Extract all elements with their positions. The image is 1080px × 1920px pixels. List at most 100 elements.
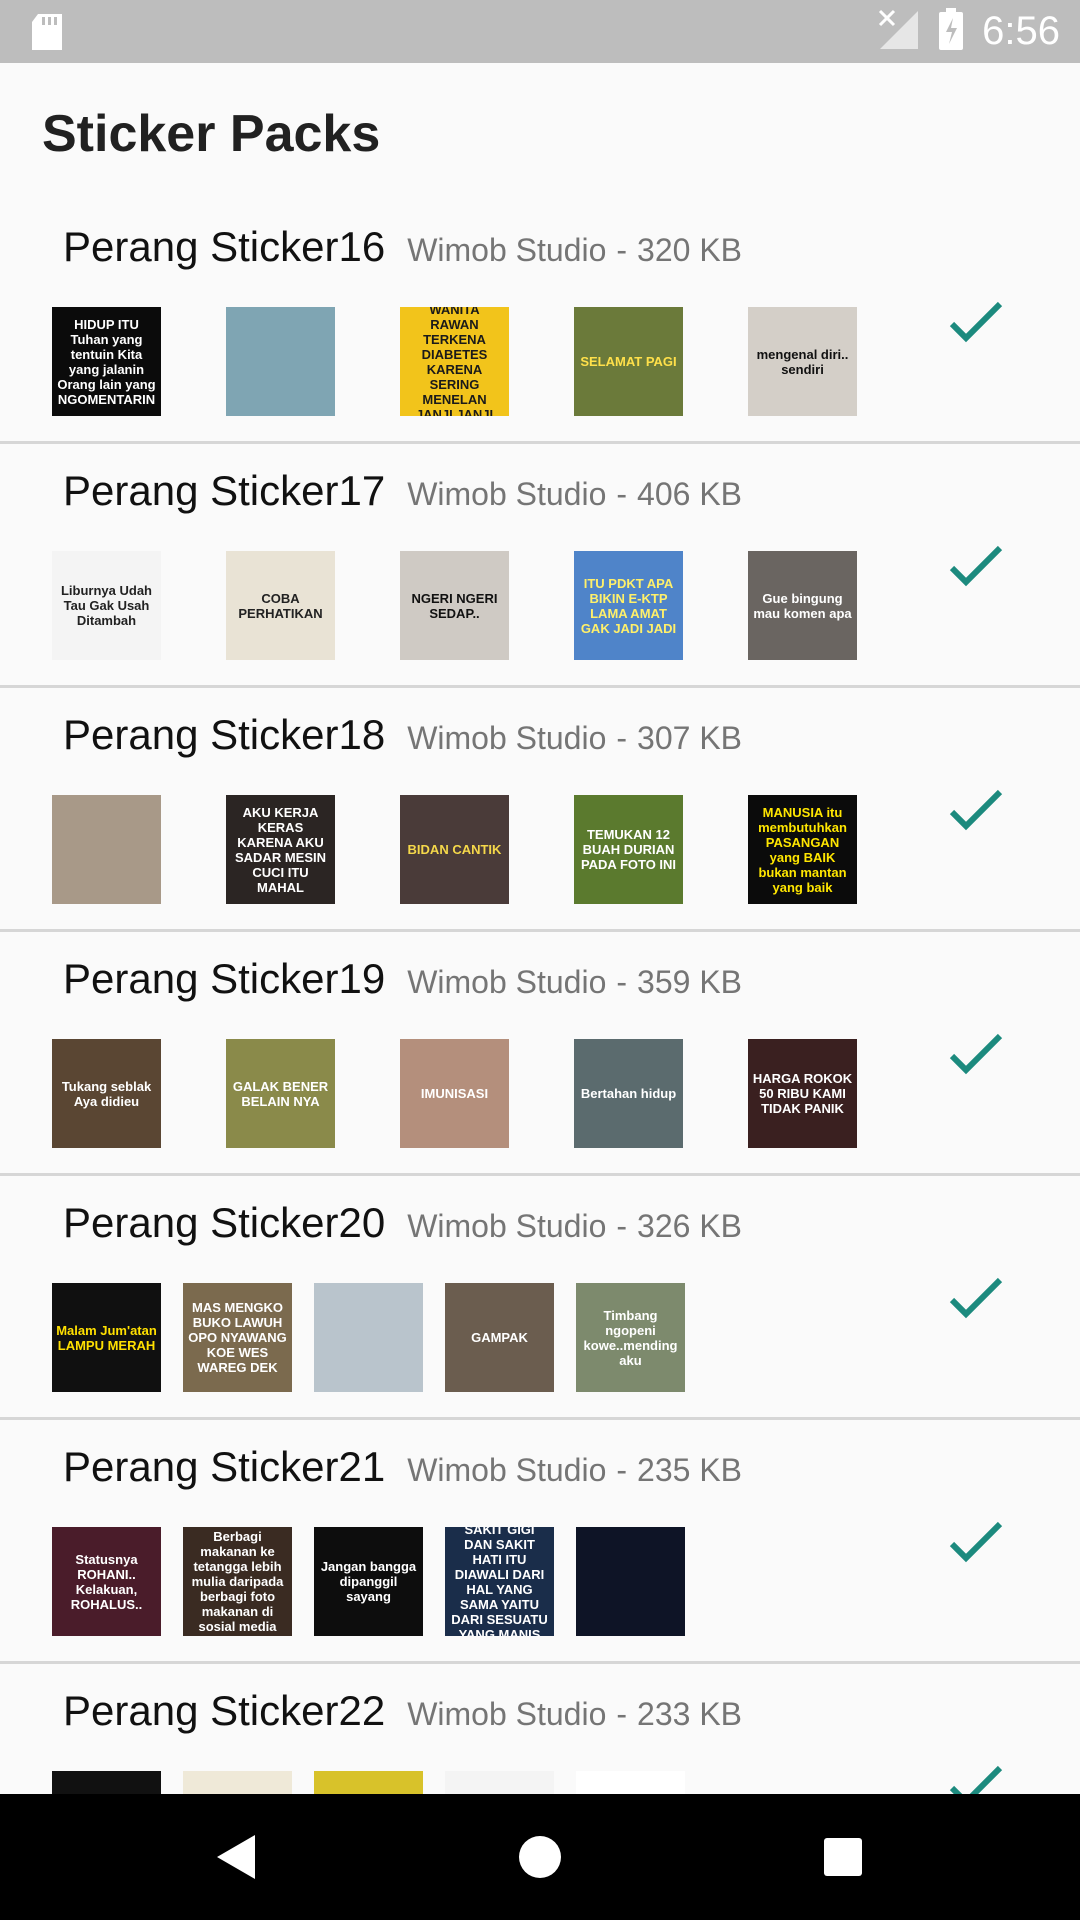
sticker-thumbnail: [314, 1283, 423, 1392]
sticker-thumbnail: MAS MENGKO BUKO LAWUH OPO NYAWANG KOE WE…: [183, 1283, 292, 1392]
recents-icon: [824, 1838, 862, 1876]
sticker-thumbnail: Timbang ngopeni kowe..mending aku: [576, 1283, 685, 1392]
pack-meta-separator: -: [616, 720, 628, 756]
added-check-icon: [949, 1277, 1003, 1319]
added-check-icon: [949, 301, 1003, 343]
sticker-preview-strip: Statusnya ROHANI.. Kelakuan, ROHALUS.. Be…: [0, 1527, 900, 1637]
navigation-bar: [0, 1794, 1080, 1920]
pack-publisher: Wimob Studio: [407, 1452, 607, 1488]
sticker-thumbnail: Berbagi makanan ke tetangga lebih mulia …: [183, 1527, 292, 1636]
sticker-thumbnail: HARGA ROKOK 50 RIBU KAMI TIDAK PANIK: [748, 1039, 857, 1148]
pack-publisher: Wimob Studio: [407, 1696, 607, 1732]
pack-size: 235 KB: [637, 1452, 742, 1488]
added-check-icon: [949, 1765, 1003, 1794]
sd-card-icon: [30, 12, 64, 57]
sticker-thumbnail: SAKIT GIGI DAN SAKIT HATI ITU DIAWALI DA…: [445, 1527, 554, 1636]
pack-meta-separator: -: [616, 964, 628, 1000]
sticker-thumbnail: Statusnya ROHANI.. Kelakuan, ROHALUS..: [52, 1527, 161, 1636]
pack-meta: Wimob Studio -233 KB: [407, 1696, 742, 1733]
signal-off-icon: [876, 7, 920, 56]
sticker-preview-strip: AKU KERJA KERAS KARENA AKU SADAR MESIN C…: [0, 795, 900, 905]
back-icon: [217, 1835, 255, 1879]
sticker-thumbnail: HIDUP ITU Tuhan yang tentuin Kita yang j…: [52, 307, 161, 416]
battery-charging-icon: [938, 7, 964, 56]
sticker-pack-row[interactable]: Perang Sticker18 Wimob Studio -307 KB AKU K…: [0, 688, 1080, 932]
sticker-pack-row[interactable]: Perang Sticker21 Wimob Studio -235 KB Statu…: [0, 1420, 1080, 1664]
sticker-thumbnail: Tukang seblak Aya didieu: [52, 1039, 161, 1148]
pack-size: 359 KB: [637, 964, 742, 1000]
pack-name: Perang Sticker22: [63, 1687, 386, 1734]
sticker-preview-strip: [0, 1771, 900, 1794]
pack-meta-separator: -: [616, 1452, 628, 1488]
sticker-thumbnail: ITU PDKT APA BIKIN E-KTP LAMA AMAT GAK J…: [574, 551, 683, 660]
pack-size: 233 KB: [637, 1696, 742, 1732]
sticker-thumbnail: WARNING WANITA RAWAN TERKENA DIABETES KA…: [400, 307, 509, 416]
sticker-thumbnail: GALAK BENER BELAIN NYA: [226, 1039, 335, 1148]
sticker-thumbnail: SELAMAT PAGI: [574, 307, 683, 416]
added-check-icon: [949, 1033, 1003, 1075]
sticker-preview-strip: Liburnya Udah Tau Gak Usah Ditambah COBA …: [0, 551, 900, 661]
sticker-thumbnail: Bertahan hidup: [574, 1039, 683, 1148]
pack-publisher: Wimob Studio: [407, 232, 607, 268]
pack-header: Perang Sticker19 Wimob Studio -359 KB: [63, 955, 742, 1003]
pack-meta-separator: -: [616, 232, 628, 268]
pack-size: 307 KB: [637, 720, 742, 756]
sticker-thumbnail: AKU KERJA KERAS KARENA AKU SADAR MESIN C…: [226, 795, 335, 904]
sticker-thumbnail: mengenal diri.. sendiri: [748, 307, 857, 416]
sticker-thumbnail: Gue bingung mau komen apa: [748, 551, 857, 660]
sticker-thumbnail: TEMUKAN 12 BUAH DURIAN PADA FOTO INI: [574, 795, 683, 904]
sticker-thumbnail: NGERI NGERI SEDAP..: [400, 551, 509, 660]
sticker-pack-row[interactable]: Perang Sticker20 Wimob Studio -326 KB Malam…: [0, 1176, 1080, 1420]
sticker-pack-list[interactable]: Perang Sticker16 Wimob Studio -320 KB HIDUP…: [0, 200, 1080, 1794]
sticker-thumbnail: MANUSIA itu membutuhkan PASANGAN yang BA…: [748, 795, 857, 904]
pack-publisher: Wimob Studio: [407, 476, 607, 512]
sticker-preview-strip: HIDUP ITU Tuhan yang tentuin Kita yang j…: [0, 307, 900, 417]
pack-meta-separator: -: [616, 1208, 628, 1244]
pack-name: Perang Sticker17: [63, 467, 386, 514]
sticker-thumbnail: Malam Jum'atan LAMPU MERAH: [52, 1283, 161, 1392]
pack-name: Perang Sticker16: [63, 223, 386, 270]
pack-meta-separator: -: [616, 476, 628, 512]
sticker-thumbnail: [52, 1771, 161, 1794]
page-title: Sticker Packs: [42, 105, 381, 163]
pack-header: Perang Sticker20 Wimob Studio -326 KB: [63, 1199, 742, 1247]
pack-meta: Wimob Studio -406 KB: [407, 476, 742, 513]
added-check-icon: [949, 545, 1003, 587]
pack-meta: Wimob Studio -326 KB: [407, 1208, 742, 1245]
pack-name: Perang Sticker19: [63, 955, 386, 1002]
sticker-thumbnail: [576, 1527, 685, 1636]
pack-header: Perang Sticker16 Wimob Studio -320 KB: [63, 223, 742, 271]
home-button[interactable]: [477, 1794, 603, 1920]
sticker-thumbnail: Jangan bangga dipanggil sayang: [314, 1527, 423, 1636]
back-button[interactable]: [174, 1794, 300, 1920]
home-icon: [519, 1836, 561, 1878]
pack-name: Perang Sticker18: [63, 711, 386, 758]
sticker-thumbnail: [576, 1771, 685, 1794]
sticker-thumbnail: [183, 1771, 292, 1794]
pack-name: Perang Sticker20: [63, 1199, 386, 1246]
added-check-icon: [949, 1521, 1003, 1563]
sticker-thumbnail: [445, 1771, 554, 1794]
sticker-pack-row[interactable]: Perang Sticker22 Wimob Studio -233 KB: [0, 1664, 1080, 1794]
sticker-pack-row[interactable]: Perang Sticker17 Wimob Studio -406 KB Libur…: [0, 444, 1080, 688]
pack-meta: Wimob Studio -307 KB: [407, 720, 742, 757]
pack-header: Perang Sticker18 Wimob Studio -307 KB: [63, 711, 742, 759]
pack-header: Perang Sticker21 Wimob Studio -235 KB: [63, 1443, 742, 1491]
sticker-thumbnail: [52, 795, 161, 904]
pack-size: 406 KB: [637, 476, 742, 512]
added-check-icon: [949, 789, 1003, 831]
pack-meta: Wimob Studio -235 KB: [407, 1452, 742, 1489]
sticker-thumbnail: [226, 307, 335, 416]
recents-button[interactable]: [780, 1794, 906, 1920]
sticker-thumbnail: GAMPAK: [445, 1283, 554, 1392]
sticker-thumbnail: BIDAN CANTIK: [400, 795, 509, 904]
clock: 6:56: [982, 9, 1060, 53]
sticker-pack-row[interactable]: Perang Sticker19 Wimob Studio -359 KB Tukan…: [0, 932, 1080, 1176]
sticker-pack-row[interactable]: Perang Sticker16 Wimob Studio -320 KB HIDUP…: [0, 200, 1080, 444]
pack-meta: Wimob Studio -320 KB: [407, 232, 742, 269]
pack-publisher: Wimob Studio: [407, 964, 607, 1000]
sticker-preview-strip: Tukang seblak Aya didieu GALAK BENER BELA…: [0, 1039, 900, 1149]
pack-size: 320 KB: [637, 232, 742, 268]
sticker-thumbnail: Liburnya Udah Tau Gak Usah Ditambah: [52, 551, 161, 660]
sticker-preview-strip: Malam Jum'atan LAMPU MERAH MAS MENGKO BUK…: [0, 1283, 900, 1393]
